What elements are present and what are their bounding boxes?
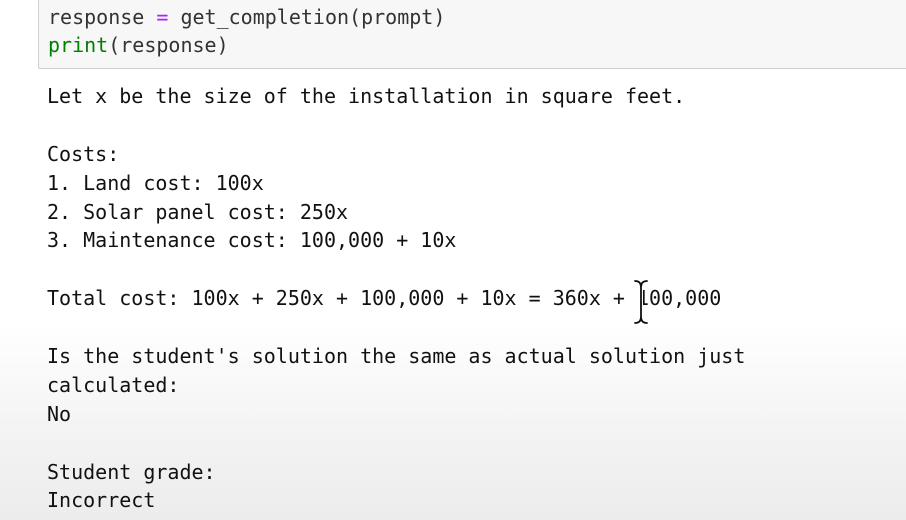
output-line: Let x be the size of the installation in… [47,84,686,108]
output-line: 1. Land cost: 100x [47,170,264,195]
code-token-operator: = [156,5,169,29]
output-line: Incorrect [47,488,156,513]
code-cell-input[interactable]: response = get_completion(prompt) print(… [38,0,906,69]
output-line: Costs: [47,141,120,166]
output-line: 2. Solar panel cost: 250x [47,199,349,224]
cell-output: Let x be the size of the installation in… [47,82,897,515]
code-line-2: print(response) [48,33,229,57]
output-line: Is the student's solution the same as ac… [47,344,746,369]
output-line: calculated: [47,372,180,397]
text-ibeam-cursor-icon [633,279,649,325]
output-line: 3. Maintenance cost: 100,000 + 10x [47,228,457,253]
code-line-1: response = get_completion(prompt) [48,5,445,29]
output-line: Total cost: 100x + 250x + 100,000 + 10x … [47,286,722,311]
code-token-call: get_completion(prompt) [168,5,446,29]
output-line: No [47,401,72,426]
code-token-variable: response [48,5,157,29]
code-token-builtin: print [48,33,109,57]
notebook-view: response = get_completion(prompt) print(… [0,0,906,520]
output-line: Student grade: [47,459,216,484]
code-token-args: (response) [108,33,229,57]
